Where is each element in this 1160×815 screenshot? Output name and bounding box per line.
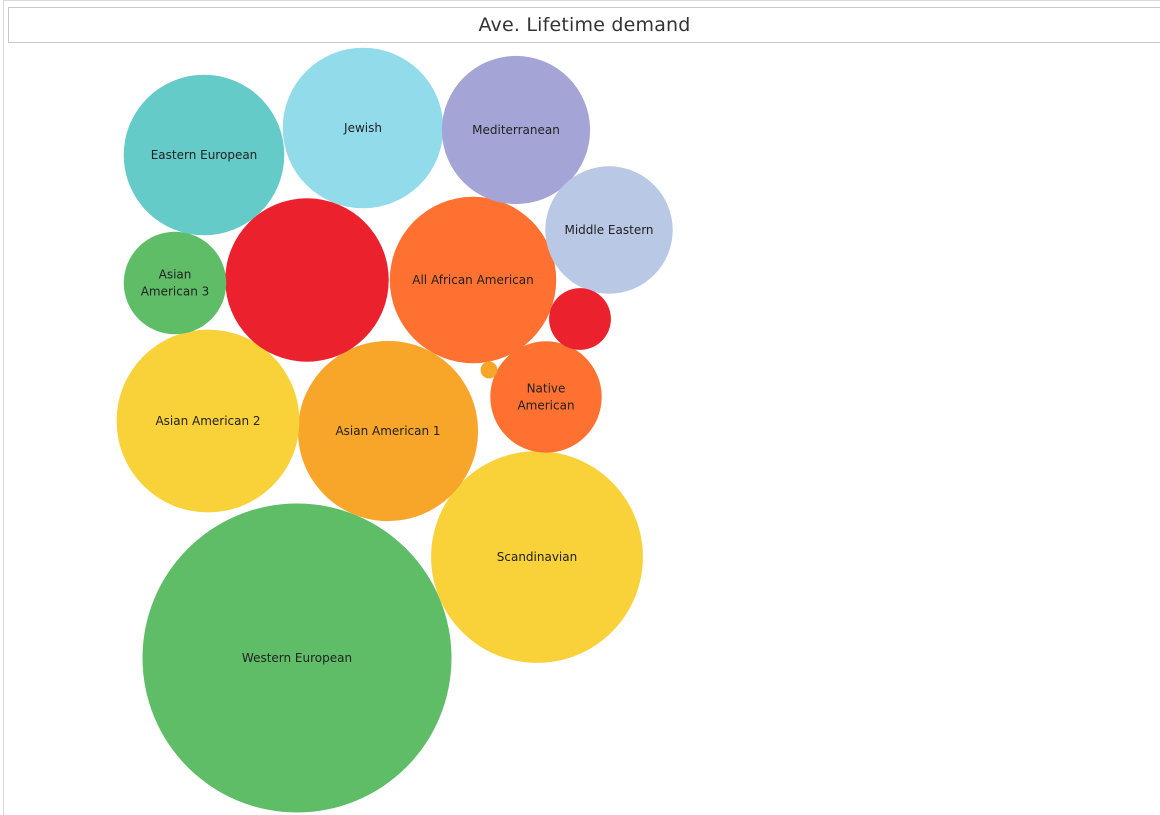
bubble-unlabeled-12[interactable]	[549, 288, 611, 350]
bubble-label: Western European	[242, 651, 352, 665]
bubble-label: Jewish	[343, 121, 382, 135]
bubble-unlabeled-4[interactable]	[225, 198, 389, 362]
bubble-label: Eastern European	[151, 148, 258, 162]
bubble-asian-american-3[interactable]	[123, 231, 227, 335]
bubble-label: Asian American 2	[155, 414, 260, 428]
bubble-native-american[interactable]	[490, 341, 602, 453]
bubble-label: All African American	[412, 273, 533, 287]
bubble-chart: Western European Scandinavian Asian Americ…	[116, 47, 673, 813]
bubble-unlabeled-13[interactable]	[480, 361, 498, 379]
bubble-label: Scandinavian	[497, 550, 577, 564]
bubble-label: Asian American 1	[335, 424, 440, 438]
bubble-label: Middle Eastern	[564, 223, 653, 237]
bubble-label: Mediterranean	[472, 123, 560, 137]
